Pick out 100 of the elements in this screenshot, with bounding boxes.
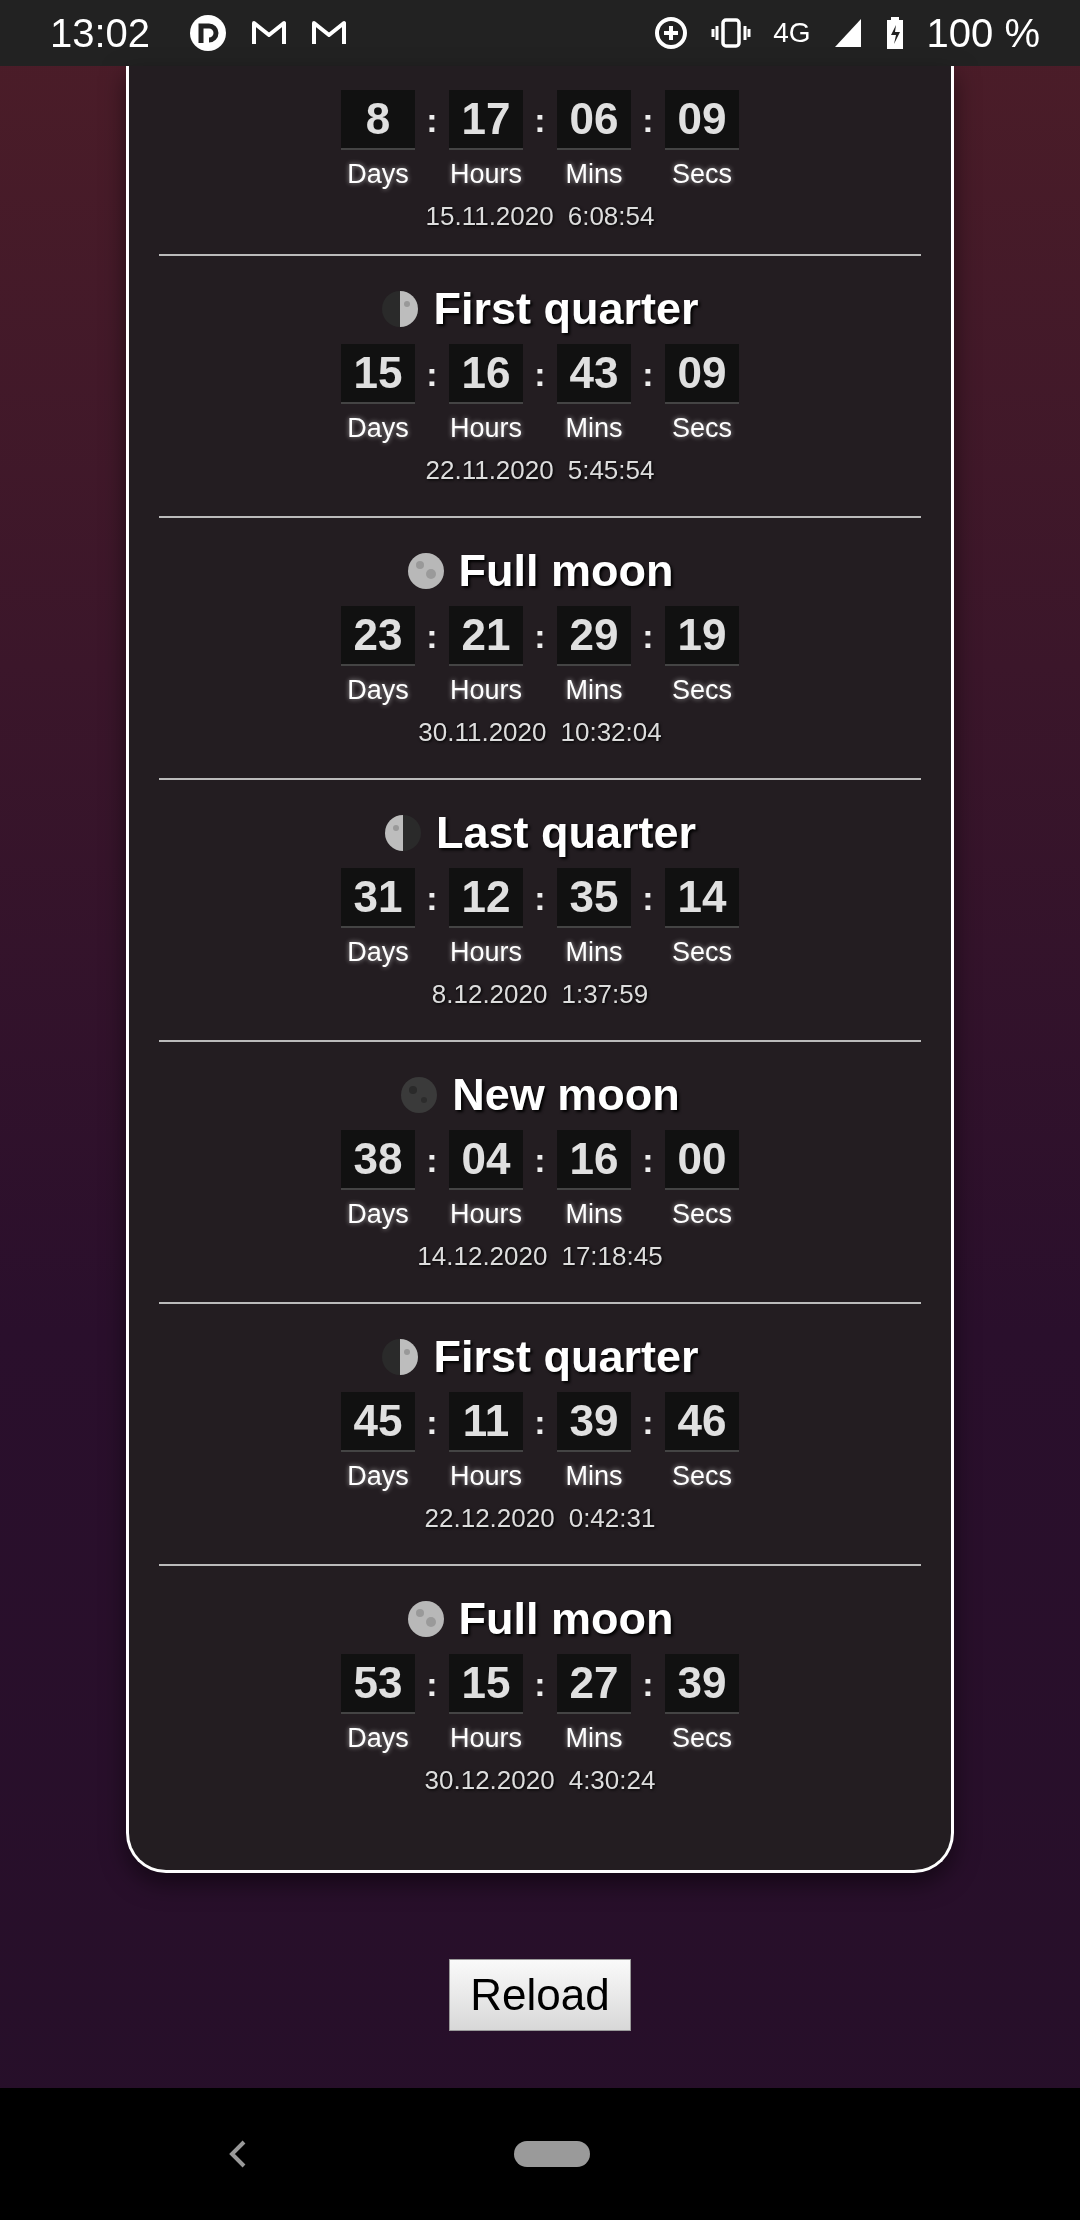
battery-level: 100 % [926, 10, 1040, 56]
battery-icon [884, 16, 905, 50]
phase-time: 17:18:45 [561, 1240, 663, 1273]
phase-title: Full moon [458, 1593, 674, 1645]
countdown-digits: 19 [665, 606, 739, 666]
unit-label: Days [347, 1722, 409, 1755]
unit-label: Hours [450, 158, 522, 191]
countdown-digits: 39 [557, 1392, 631, 1452]
unit-label: Secs [672, 1722, 732, 1755]
phase-title: New moon [452, 1069, 680, 1121]
countdown-digits: 43 [557, 344, 631, 404]
countdown-digits: 8 [341, 90, 415, 150]
separator: : [426, 878, 438, 918]
phase-time: 6:08:54 [567, 200, 655, 233]
countdown-digits: 31 [341, 868, 415, 928]
countdown-digits: 11 [449, 1392, 523, 1452]
countdown-digits: 39 [665, 1654, 739, 1714]
phase-time: 5:45:54 [567, 454, 655, 487]
phase-date: 8.12.2020 [431, 978, 548, 1011]
countdown-digits: 21 [449, 606, 523, 666]
separator: : [534, 1402, 546, 1442]
countdown-digits: 23 [341, 606, 415, 666]
phase-date: 22.12.2020 [424, 1502, 555, 1535]
unit-label: Days [347, 1198, 409, 1231]
countdown-digits: 15 [341, 344, 415, 404]
separator: : [642, 1664, 654, 1704]
separator: : [642, 878, 654, 918]
separator: : [426, 1402, 438, 1442]
unit-label: Hours [450, 936, 522, 969]
countdown-digits: 06 [557, 90, 631, 150]
phase-time: 0:42:31 [568, 1502, 656, 1535]
separator: : [534, 1664, 546, 1704]
unit-label: Hours [450, 1722, 522, 1755]
phase-title: Last quarter [435, 807, 697, 859]
separator: : [534, 100, 546, 140]
countdown-digits: 16 [557, 1130, 631, 1190]
unit-label: Mins [565, 936, 623, 969]
unit-label: Secs [672, 674, 732, 707]
separator: : [642, 100, 654, 140]
countdown-digits: 17 [449, 90, 523, 150]
app-icon [188, 13, 229, 53]
home-handle[interactable] [514, 2141, 590, 2167]
half-moon-icon [381, 1338, 420, 1376]
unit-label: Days [347, 158, 409, 191]
separator: : [534, 878, 546, 918]
unit-label: Mins [565, 674, 623, 707]
moon-icon [400, 1076, 439, 1114]
separator: : [426, 354, 438, 394]
phase-title: Full moon [458, 545, 674, 597]
unit-label: Days [347, 674, 409, 707]
unit-label: Hours [450, 1198, 522, 1231]
separator: : [642, 616, 654, 656]
half-moon-icon [383, 814, 422, 852]
countdown-digits: 00 [665, 1130, 739, 1190]
phase-title: First quarter [433, 1331, 699, 1383]
moon-icon [406, 1600, 445, 1638]
half-moon-icon [381, 290, 420, 328]
unit-label: Mins [565, 1198, 623, 1231]
unit-label: Mins [565, 1460, 623, 1493]
separator: : [534, 354, 546, 394]
countdown-digits: 27 [557, 1654, 631, 1714]
vibrate-icon [711, 16, 752, 50]
moon-icon [406, 552, 445, 590]
separator: : [426, 1140, 438, 1180]
unit-label: Secs [672, 1198, 732, 1231]
phase-date: 14.12.2020 [417, 1240, 548, 1273]
countdown-digits: 15 [449, 1654, 523, 1714]
separator: : [534, 616, 546, 656]
separator: : [642, 1402, 654, 1442]
countdown-digits: 29 [557, 606, 631, 666]
phase-time: 1:37:59 [561, 978, 649, 1011]
countdown-digits: 45 [341, 1392, 415, 1452]
countdown-digits: 16 [449, 344, 523, 404]
unit-label: Secs [672, 1460, 732, 1493]
unit-label: Mins [565, 1722, 623, 1755]
phase-title: First quarter [433, 283, 699, 335]
unit-label: Days [347, 936, 409, 969]
unit-label: Mins [565, 158, 623, 191]
countdown-digits: 46 [665, 1392, 739, 1452]
countdown-digits: 09 [665, 344, 739, 404]
signal-icon [832, 17, 863, 49]
countdown-digits: 09 [665, 90, 739, 150]
phase-time: 4:30:24 [568, 1764, 656, 1797]
unit-label: Secs [672, 412, 732, 445]
network-type: 4G [773, 17, 811, 49]
unit-label: Secs [672, 158, 732, 191]
countdown-digits: 38 [341, 1130, 415, 1190]
countdown-digits: 14 [665, 868, 739, 928]
unit-label: Secs [672, 936, 732, 969]
unit-label: Hours [450, 1460, 522, 1493]
reload-button[interactable]: Reload [449, 1959, 631, 2031]
separator: : [426, 100, 438, 140]
unit-label: Mins [565, 412, 623, 445]
unit-label: Hours [450, 412, 522, 445]
separator: : [426, 1664, 438, 1704]
separator: : [642, 1140, 654, 1180]
phase-date: 22.11.2020 [425, 454, 554, 487]
unit-label: Hours [450, 674, 522, 707]
separator: : [426, 616, 438, 656]
clock: 13:02 [50, 10, 151, 56]
